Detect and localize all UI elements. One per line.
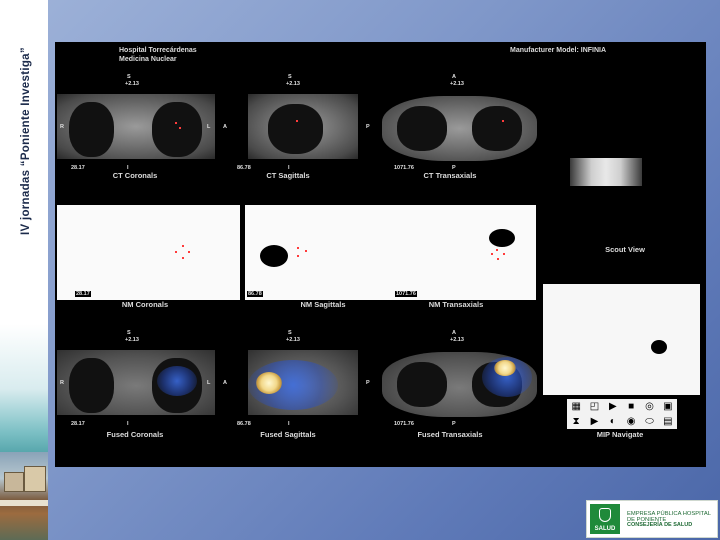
- slice-number: 86.78: [237, 421, 251, 427]
- department-name: Medicina Nuclear: [119, 56, 177, 63]
- ct-transaxial-panel[interactable]: A +2.13 1071.76 P: [380, 74, 540, 171]
- offset-label: +2.13: [450, 81, 464, 87]
- orient-label: A: [223, 124, 227, 130]
- offset-label: +2.13: [450, 337, 464, 343]
- orient-label: S: [288, 330, 292, 336]
- institution-logo: SALUD EMPRESA PÚBLICA HOSPITAL DE PONIEN…: [586, 500, 718, 538]
- slice-number: 86.78: [247, 291, 263, 297]
- nm-transaxial-image[interactable]: [381, 205, 536, 300]
- ct-coronal-image[interactable]: [57, 94, 215, 159]
- nm-sagittal-panel[interactable]: 86.78: [245, 205, 401, 300]
- fused-transaxial-panel[interactable]: A +2.13 1071.76 P: [380, 330, 540, 430]
- mip-navigate-toolbar[interactable]: ▦ ◰ ▶ ■ ◎ ▣ ⧗ ▶ ◐ ◉ ⬭ ▤: [567, 399, 677, 429]
- slide-side-title: IV jornadas “Poniente Investiga”: [20, 47, 32, 235]
- orient-label: S: [288, 74, 292, 80]
- mip-nav-button-icon[interactable]: ◎: [645, 401, 654, 412]
- offset-label: +2.13: [286, 337, 300, 343]
- nm-transaxial-caption: NM Transaxials: [428, 300, 484, 309]
- mip-nav-button-icon[interactable]: ▶: [591, 416, 599, 427]
- slice-number: 1071.76: [394, 421, 414, 427]
- orient-label: I: [127, 421, 129, 427]
- mip-nav-button-icon[interactable]: ▶: [609, 401, 617, 412]
- orient-label: P: [366, 124, 370, 130]
- mip-nav-button-icon[interactable]: ⬭: [645, 416, 654, 427]
- orient-label: L: [207, 380, 211, 386]
- fused-transaxial-caption: Fused Transaxials: [417, 430, 483, 439]
- ct-sagittal-caption: CT Sagittals: [266, 171, 310, 180]
- slice-number: 1071.76: [395, 291, 417, 297]
- building-shape: [24, 466, 46, 492]
- orient-label: A: [223, 380, 227, 386]
- mip-nav-button-icon[interactable]: ◐: [610, 416, 616, 427]
- nm-coronal-image[interactable]: [57, 205, 240, 300]
- offset-label: +2.13: [286, 81, 300, 87]
- fused-sagittal-caption: Fused Sagittals: [260, 430, 316, 439]
- building-shape: [4, 472, 24, 492]
- scout-view-image[interactable]: [570, 158, 642, 186]
- mip-nav-button-icon[interactable]: ◰: [590, 401, 599, 412]
- fused-coronal-image[interactable]: [57, 350, 215, 415]
- mip-nav-button-icon[interactable]: ⧗: [573, 416, 580, 427]
- offset-label: +2.13: [125, 337, 139, 343]
- ct-coronal-panel[interactable]: S +2.13 R L 28.17 I: [57, 74, 217, 171]
- orient-label: L: [207, 124, 211, 130]
- orient-label: A: [452, 330, 456, 336]
- scout-view-caption: Scout View: [605, 245, 645, 254]
- mip-nav-button-icon[interactable]: ▦: [571, 401, 580, 412]
- fused-sagittal-image[interactable]: [248, 350, 358, 415]
- ct-sagittal-image[interactable]: [248, 94, 358, 159]
- mip-nav-button-icon[interactable]: ◉: [627, 416, 636, 427]
- hospital-building-photo: [0, 452, 48, 540]
- emblem-text: SALUD: [594, 526, 616, 532]
- orient-label: R: [60, 380, 64, 386]
- nm-sagittal-image[interactable]: [245, 205, 401, 300]
- road-stripe: [0, 500, 48, 506]
- orient-label: I: [288, 421, 290, 427]
- orient-label: S: [127, 330, 131, 336]
- medical-image-viewer: Hospital Torrecárdenas Medicina Nuclear …: [55, 42, 706, 467]
- slice-number: 28.17: [75, 291, 91, 297]
- nm-sagittal-caption: NM Sagittals: [300, 300, 346, 309]
- nm-transaxial-panel[interactable]: 1071.76: [381, 205, 536, 300]
- junta-emblem-icon: SALUD: [590, 504, 620, 534]
- manufacturer-model: Manufacturer Model: INFINIA: [510, 47, 607, 54]
- orient-label: P: [366, 380, 370, 386]
- logo-line-2: CONSEJERÍA DE SALUD: [627, 522, 693, 528]
- mip-nav-button-icon[interactable]: ■: [628, 401, 634, 412]
- slice-number: 28.17: [71, 421, 85, 427]
- offset-label: +2.13: [125, 81, 139, 87]
- orient-label: A: [452, 74, 456, 80]
- mip-nav-button-icon[interactable]: ▤: [663, 416, 672, 427]
- mip-image[interactable]: [543, 284, 700, 395]
- ct-transaxial-image[interactable]: [382, 96, 537, 161]
- nm-coronal-panel[interactable]: 28.17: [57, 205, 240, 300]
- fused-transaxial-image[interactable]: [382, 352, 537, 417]
- fused-coronal-caption: Fused Coronals: [106, 430, 164, 439]
- mip-nav-button-icon[interactable]: ▣: [663, 401, 672, 412]
- orient-label: S: [127, 74, 131, 80]
- orient-label: P: [452, 421, 456, 427]
- hospital-name: Hospital Torrecárdenas: [119, 47, 197, 54]
- mip-navigate-caption: MIP Navigate: [596, 430, 644, 439]
- fused-coronal-panel[interactable]: S +2.13 R L 28.17 I: [57, 330, 217, 430]
- orient-label: R: [60, 124, 64, 130]
- ct-transaxial-caption: CT Transaxials: [423, 171, 477, 180]
- fused-sagittal-panel[interactable]: S +2.13 A P 86.78 I: [223, 330, 383, 430]
- ct-sagittal-panel[interactable]: S +2.13 A P 86.78 I: [223, 74, 383, 171]
- mip-uptake-spot: [651, 340, 667, 354]
- nm-coronal-caption: NM Coronals: [121, 300, 169, 309]
- ct-coronal-caption: CT Coronals: [112, 171, 158, 180]
